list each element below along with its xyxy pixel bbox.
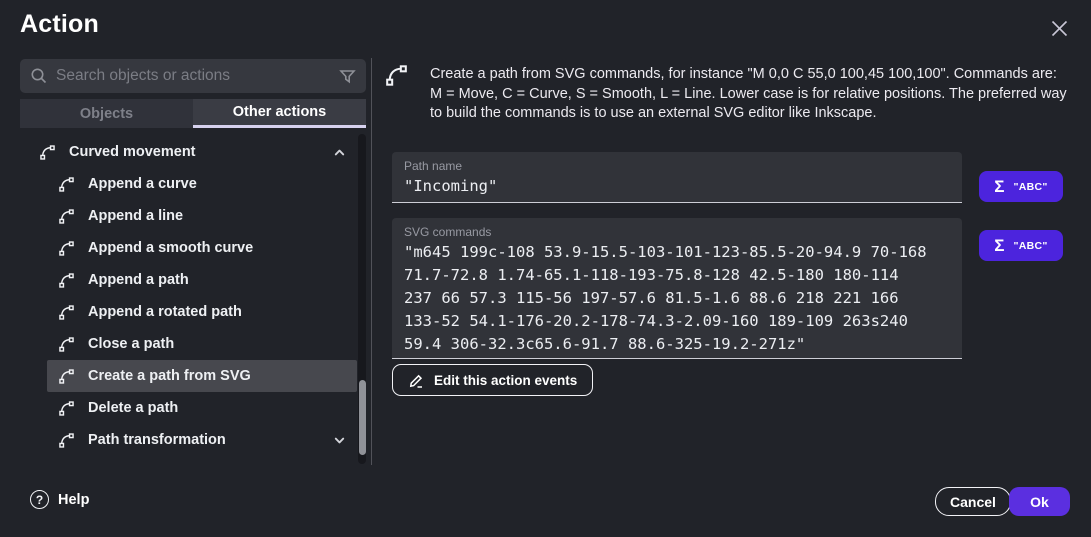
tab-objects[interactable]: Objects bbox=[20, 99, 193, 128]
svg-commands-input[interactable]: "m645 199c-108 53.9-15.5-103-101-123-85.… bbox=[404, 241, 950, 356]
tab-other-actions[interactable]: Other actions bbox=[193, 99, 366, 128]
list-item[interactable]: Append a path bbox=[47, 264, 357, 296]
abc-label: "ABC" bbox=[1013, 240, 1047, 252]
chevron-up-icon bbox=[332, 145, 347, 160]
list-item-label: Append a rotated path bbox=[88, 304, 242, 320]
svg-commands-field[interactable]: SVG commands "m645 199c-108 53.9-15.5-10… bbox=[392, 218, 962, 359]
help-icon: ? bbox=[30, 490, 49, 509]
bezier-curve-icon bbox=[57, 367, 76, 386]
bezier-curve-icon bbox=[383, 62, 410, 89]
search-input[interactable] bbox=[56, 67, 331, 85]
search-box[interactable] bbox=[20, 59, 366, 93]
bezier-curve-icon bbox=[57, 175, 76, 194]
tab-bar: Objects Other actions bbox=[20, 99, 366, 128]
sigma-icon: Σ bbox=[994, 237, 1004, 254]
bezier-curve-icon bbox=[57, 207, 76, 226]
list-item-label: Append a smooth curve bbox=[88, 240, 253, 256]
close-button[interactable] bbox=[1045, 14, 1073, 42]
bezier-curve-icon bbox=[57, 431, 76, 450]
bezier-curve-icon bbox=[57, 239, 76, 258]
list-item[interactable]: Append a curve bbox=[47, 168, 357, 200]
expression-builder-button[interactable]: Σ "ABC" bbox=[979, 171, 1063, 202]
list-item[interactable]: Delete a path bbox=[47, 392, 357, 424]
list-item-label: Close a path bbox=[88, 336, 174, 352]
list-item-label: Append a line bbox=[88, 208, 183, 224]
page-title: Action bbox=[20, 10, 99, 39]
list-item-label: Curved movement bbox=[69, 144, 196, 160]
list-item[interactable]: Append a smooth curve bbox=[47, 232, 357, 264]
list-item[interactable]: Append a line bbox=[47, 200, 357, 232]
path-name-input[interactable]: "Incoming" bbox=[404, 177, 950, 195]
bezier-curve-icon bbox=[57, 335, 76, 354]
bezier-curve-icon bbox=[38, 143, 57, 162]
search-icon bbox=[30, 67, 48, 85]
list-item-label: Path transformation bbox=[88, 432, 226, 448]
bezier-curve-icon bbox=[57, 399, 76, 418]
bezier-curve-icon bbox=[57, 303, 76, 322]
list-item-label: Append a curve bbox=[88, 176, 197, 192]
expression-builder-button[interactable]: Σ "ABC" bbox=[979, 230, 1063, 261]
edit-events-button[interactable]: Edit this action events bbox=[392, 364, 593, 396]
list-item-label: Append a path bbox=[88, 272, 189, 288]
action-description: Create a path from SVG commands, for ins… bbox=[430, 65, 1072, 124]
list-item[interactable]: Append a rotated path bbox=[47, 296, 357, 328]
filter-icon[interactable] bbox=[339, 68, 356, 85]
close-icon bbox=[1050, 19, 1069, 38]
help-button[interactable]: ? Help bbox=[30, 490, 89, 509]
list-item-label: Delete a path bbox=[88, 400, 178, 416]
actions-list: Curved movement Append a curve Append a li… bbox=[20, 136, 357, 462]
panel-divider bbox=[371, 58, 372, 465]
path-name-field[interactable]: Path name "Incoming" bbox=[392, 152, 962, 203]
scrollbar[interactable] bbox=[358, 134, 366, 464]
list-item[interactable]: Curved movement bbox=[20, 136, 357, 168]
abc-label: "ABC" bbox=[1013, 181, 1047, 193]
list-item[interactable]: Close a path bbox=[47, 328, 357, 360]
list-item-label: Create a path from SVG bbox=[88, 368, 251, 384]
cancel-button[interactable]: Cancel bbox=[935, 487, 1011, 516]
ok-button[interactable]: Ok bbox=[1009, 487, 1070, 516]
help-label: Help bbox=[58, 492, 89, 508]
scrollbar-thumb[interactable] bbox=[359, 380, 366, 455]
svg-commands-label: SVG commands bbox=[404, 225, 950, 239]
path-name-label: Path name bbox=[404, 159, 950, 173]
bezier-curve-icon bbox=[57, 271, 76, 290]
pencil-icon bbox=[408, 372, 425, 389]
list-item[interactable]: Path transformation bbox=[47, 424, 357, 456]
chevron-down-icon bbox=[332, 433, 347, 448]
sigma-icon: Σ bbox=[994, 178, 1004, 195]
list-item[interactable]: Create a path from SVG bbox=[47, 360, 357, 392]
